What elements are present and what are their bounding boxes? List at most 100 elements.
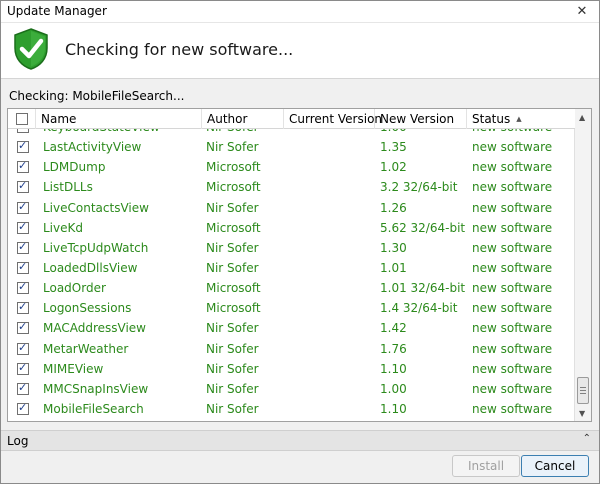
item-new-version: 3.2 32/64-bit xyxy=(380,180,458,195)
item-status: new software xyxy=(472,281,553,296)
item-name: LiveContactsView xyxy=(43,200,149,215)
list-item[interactable]: LDMDump Microsoft 1.02 new software xyxy=(8,157,575,177)
row-checkbox[interactable] xyxy=(17,179,29,194)
list-item[interactable]: MACAddressView Nir Sofer 1.42 new software xyxy=(8,318,575,338)
item-name: MobileFileSearch xyxy=(43,401,144,416)
column-author[interactable]: Author xyxy=(202,109,284,129)
column-status[interactable]: Status ▲ xyxy=(467,109,575,129)
item-author: Nir Sofer xyxy=(206,321,259,336)
item-new-version: 1.01 xyxy=(380,260,407,275)
software-list[interactable]: Name Author Current Version New Version … xyxy=(7,108,592,422)
list-body: KeyboardStateView Nir Sofer 1.00 new softwa… xyxy=(8,129,575,421)
scroll-up-icon[interactable]: ▲ xyxy=(579,113,585,122)
item-new-version: 1.76 xyxy=(380,341,407,356)
item-status: new software xyxy=(472,341,553,356)
row-checkbox[interactable] xyxy=(17,300,29,315)
item-author: Nir Sofer xyxy=(206,341,259,356)
list-item[interactable]: MobileFileSearch Nir Sofer 1.10 new softwar… xyxy=(8,399,575,419)
item-new-version: 1.10 xyxy=(380,401,407,416)
row-checkbox[interactable] xyxy=(17,260,29,274)
row-checkbox[interactable] xyxy=(17,320,29,335)
vertical-scrollbar[interactable]: ▲ ▼ xyxy=(574,109,591,421)
item-author: Microsoft xyxy=(206,220,261,235)
item-name: LoadOrder xyxy=(43,281,106,296)
header-title: Checking for new software... xyxy=(65,40,294,59)
item-name: MACAddressView xyxy=(43,321,146,336)
row-checkbox[interactable] xyxy=(17,220,29,234)
list-item[interactable]: ListDLLs Microsoft 3.2 32/64-bit new softwa… xyxy=(8,177,575,197)
item-new-version: 1.00 xyxy=(380,129,407,134)
item-author: Nir Sofer xyxy=(206,381,259,396)
item-name: LogonSessions xyxy=(43,301,132,316)
item-name: MetarWeather xyxy=(43,341,129,356)
list-item[interactable]: LastActivityView Nir Sofer 1.35 new softwar… xyxy=(8,137,575,157)
item-new-version: 1.4 32/64-bit xyxy=(380,301,458,316)
list-item[interactable]: KeyboardStateView Nir Sofer 1.00 new softwa… xyxy=(8,129,575,137)
row-checkbox[interactable] xyxy=(17,361,29,375)
item-new-version: 1.35 xyxy=(380,140,407,155)
item-author: Microsoft xyxy=(206,180,261,195)
row-checkbox[interactable] xyxy=(17,381,29,395)
item-new-version: 5.62 32/64-bit xyxy=(380,220,466,235)
shield-check-icon xyxy=(14,28,48,70)
item-status: new software xyxy=(472,301,553,316)
item-new-version: 1.00 xyxy=(380,381,407,396)
item-author: Nir Sofer xyxy=(206,240,259,255)
item-author: Microsoft xyxy=(206,160,261,175)
list-item[interactable]: LiveTcpUdpWatch Nir Sofer 1.30 new software xyxy=(8,238,575,258)
item-name: LiveTcpUdpWatch xyxy=(43,240,149,255)
item-name: KeyboardStateView xyxy=(43,129,160,134)
list-item[interactable]: LiveKd Microsoft 5.62 32/64-bit new softwar… xyxy=(8,218,575,238)
item-new-version: 1.10 xyxy=(380,361,407,376)
list-item[interactable]: LoadedDllsView Nir Sofer 1.01 new software xyxy=(8,258,575,278)
item-author: Nir Sofer xyxy=(206,140,259,155)
list-item[interactable]: MMCSnapInsView Nir Sofer 1.00 new software xyxy=(8,379,575,399)
row-checkbox[interactable] xyxy=(17,401,29,415)
item-status: new software xyxy=(472,240,553,255)
header-select-all[interactable] xyxy=(8,109,36,129)
scroll-down-icon[interactable]: ▼ xyxy=(579,409,585,418)
log-panel-bar[interactable]: Log ⌃ xyxy=(1,430,599,451)
item-author: Nir Sofer xyxy=(206,401,259,416)
install-button[interactable]: Install xyxy=(452,455,520,477)
select-all-checkbox[interactable] xyxy=(16,113,28,125)
item-status: new software xyxy=(472,160,553,175)
list-header: Name Author Current Version New Version … xyxy=(8,109,575,129)
scrollbar-thumb[interactable] xyxy=(577,377,589,404)
item-name: MIMEView xyxy=(43,361,104,376)
item-new-version: 1.30 xyxy=(380,240,407,255)
title-bar: Update Manager ✕ xyxy=(1,1,599,23)
list-item[interactable]: LogonSessions Microsoft 1.4 32/64-bit new s… xyxy=(8,298,575,318)
item-name: LiveKd xyxy=(43,220,83,235)
item-status: new software xyxy=(472,129,552,134)
row-checkbox[interactable] xyxy=(17,200,29,214)
item-status: new software xyxy=(472,401,553,416)
list-item[interactable]: MIMEView Nir Sofer 1.10 new software xyxy=(8,359,575,379)
list-item[interactable]: LiveContactsView Nir Sofer 1.26 new softwar… xyxy=(8,198,575,218)
list-item[interactable]: MetarWeather Nir Sofer 1.76 new software xyxy=(8,339,575,359)
item-name: MMCSnapInsView xyxy=(43,381,149,396)
item-author: Nir Sofer xyxy=(206,129,259,134)
item-status: new software xyxy=(472,321,553,336)
item-name: ListDLLs xyxy=(43,180,93,195)
item-new-version: 1.02 xyxy=(380,160,407,175)
column-new-version[interactable]: New Version xyxy=(375,109,467,129)
item-status: new software xyxy=(472,220,553,235)
row-checkbox[interactable] xyxy=(17,139,29,154)
list-item[interactable]: LoadOrder Microsoft 1.01 32/64-bit new soft… xyxy=(8,278,575,298)
cancel-button[interactable]: Cancel xyxy=(521,455,589,477)
row-checkbox[interactable] xyxy=(17,129,29,133)
item-name: LastActivityView xyxy=(43,140,142,155)
row-checkbox[interactable] xyxy=(17,240,29,254)
chevron-up-icon[interactable]: ⌃ xyxy=(583,433,591,444)
item-author: Microsoft xyxy=(206,301,261,316)
row-checkbox[interactable] xyxy=(17,280,29,295)
row-checkbox[interactable] xyxy=(17,341,29,355)
column-name[interactable]: Name xyxy=(36,109,202,129)
row-checkbox[interactable] xyxy=(17,159,29,174)
close-button[interactable]: ✕ xyxy=(571,3,593,20)
item-status: new software xyxy=(472,260,553,275)
column-current-version[interactable]: Current Version xyxy=(284,109,382,129)
log-label: Log xyxy=(7,434,29,448)
item-new-version: 1.01 32/64-bit xyxy=(380,281,466,296)
